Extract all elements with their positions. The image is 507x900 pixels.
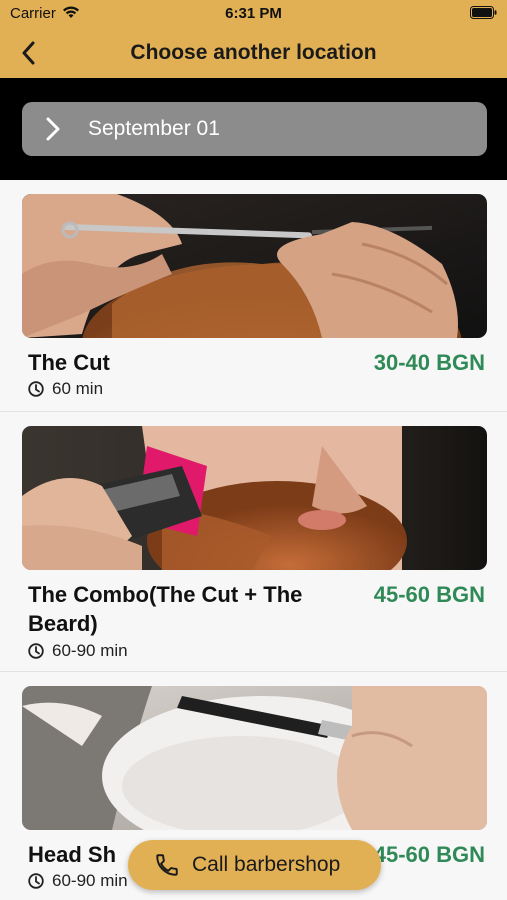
service-name: Head Sh <box>28 842 117 867</box>
haircut-photo <box>22 194 487 338</box>
service-name: The Combo(The Cut + The Beard) <box>28 582 303 636</box>
service-price: 45-60 BGN <box>373 842 485 867</box>
status-bar: Carrier 6:31 PM <box>0 0 507 28</box>
service-price: 45-60 BGN <box>373 582 485 607</box>
service-card-the-combo[interactable]: The Combo(The Cut + The Beard) 45-60 BGN… <box>0 412 507 672</box>
clock-icon <box>28 381 44 397</box>
service-duration: 60-90 min <box>28 641 128 661</box>
chevron-right-icon <box>46 117 60 141</box>
service-duration: 60 min <box>28 379 103 399</box>
date-selector[interactable]: September 01 <box>22 102 487 156</box>
service-list[interactable]: The Cut 30-40 BGN 60 min The Combo(The C… <box>0 180 507 900</box>
phone-icon <box>156 854 178 876</box>
call-barbershop-button[interactable]: Call barbershop <box>128 840 381 890</box>
clock-icon <box>28 873 44 889</box>
call-button-label: Call barbershop <box>192 853 341 876</box>
service-card-the-cut[interactable]: The Cut 30-40 BGN 60 min <box>0 180 507 412</box>
beard-trim-photo <box>22 426 487 570</box>
duration-label: 60-90 min <box>52 641 128 660</box>
date-label: September 01 <box>88 117 220 140</box>
service-duration: 60-90 min <box>28 871 128 891</box>
battery-icon <box>470 6 497 19</box>
service-price: 30-40 BGN <box>373 350 485 375</box>
razor-shave-photo <box>22 686 487 830</box>
duration-label: 60-90 min <box>52 871 128 890</box>
date-bar: September 01 <box>0 78 507 180</box>
clock-time: 6:31 PM <box>225 5 282 22</box>
nav-header: Choose another location <box>0 28 507 78</box>
service-name: The Cut <box>28 350 110 375</box>
page-title: Choose another location <box>130 41 377 64</box>
duration-label: 60 min <box>52 379 104 398</box>
clock-icon <box>28 643 44 659</box>
